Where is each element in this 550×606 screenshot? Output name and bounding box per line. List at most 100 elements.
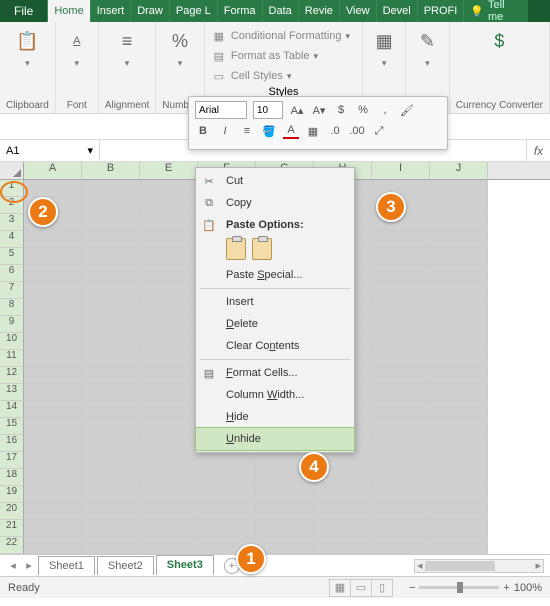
cell[interactable] (140, 214, 198, 231)
align-icon[interactable]: ≡ (239, 123, 255, 139)
cell[interactable] (430, 282, 488, 299)
row-header[interactable]: 17 (0, 452, 24, 469)
tab-profi[interactable]: PROFI (418, 0, 465, 22)
cell[interactable] (82, 180, 140, 197)
cell[interactable] (140, 282, 198, 299)
tab-page-layout[interactable]: Page L (170, 0, 218, 22)
row-header[interactable]: 8 (0, 299, 24, 316)
cell[interactable] (24, 384, 82, 401)
cell[interactable] (430, 316, 488, 333)
zoom-out-icon[interactable]: − (409, 582, 415, 594)
cell[interactable] (24, 469, 82, 486)
cell[interactable] (24, 435, 82, 452)
cell[interactable] (82, 367, 140, 384)
cell[interactable] (140, 333, 198, 350)
cell[interactable] (82, 333, 140, 350)
cell[interactable] (24, 248, 82, 265)
cell[interactable] (140, 401, 198, 418)
scrollbar-thumb[interactable] (425, 561, 495, 571)
font-color-icon[interactable]: A (283, 123, 299, 139)
cell[interactable] (140, 486, 198, 503)
cell[interactable] (82, 486, 140, 503)
zoom-slider-knob[interactable] (457, 582, 463, 593)
sheet-tab-2[interactable]: Sheet2 (97, 556, 154, 575)
cell[interactable] (140, 231, 198, 248)
cell[interactable] (140, 316, 198, 333)
cell[interactable] (256, 537, 314, 554)
cell[interactable] (430, 180, 488, 197)
normal-view-icon[interactable]: ▦ (329, 579, 351, 597)
sheet-nav-prev[interactable]: ◂ (6, 559, 20, 572)
horizontal-scrollbar[interactable]: ◂▸ (414, 559, 544, 573)
name-box[interactable]: A1 ▾ (0, 140, 100, 161)
fx-icon[interactable]: fx (526, 140, 550, 161)
cell[interactable] (430, 248, 488, 265)
sheet-nav-next[interactable]: ▸ (22, 559, 36, 572)
cell[interactable] (372, 537, 430, 554)
cell[interactable] (430, 418, 488, 435)
cell[interactable] (140, 299, 198, 316)
cell[interactable] (82, 401, 140, 418)
cell[interactable] (82, 265, 140, 282)
cell[interactable] (82, 282, 140, 299)
cell[interactable] (140, 418, 198, 435)
cell[interactable] (82, 316, 140, 333)
mini-font-select[interactable] (195, 101, 247, 119)
cell[interactable] (430, 537, 488, 554)
row-header[interactable]: 3 (0, 214, 24, 231)
cell[interactable] (82, 248, 140, 265)
cell[interactable] (82, 418, 140, 435)
cell[interactable] (372, 350, 430, 367)
format-painter-icon[interactable]: 🖌 (399, 102, 415, 118)
currency-icon[interactable]: $ (333, 102, 349, 118)
cell[interactable] (24, 401, 82, 418)
cell[interactable] (372, 367, 430, 384)
row-header[interactable]: 15 (0, 418, 24, 435)
cell[interactable] (372, 231, 430, 248)
cell[interactable] (372, 316, 430, 333)
zoom-slider[interactable] (419, 586, 499, 589)
cell[interactable] (24, 333, 82, 350)
cell[interactable] (430, 231, 488, 248)
cell[interactable] (430, 486, 488, 503)
cell[interactable] (140, 537, 198, 554)
cell[interactable] (24, 367, 82, 384)
cell[interactable] (256, 486, 314, 503)
merge-icon[interactable]: ⤢ (371, 123, 387, 139)
cell[interactable] (24, 537, 82, 554)
ctx-clear-contents[interactable]: Clear Contents (196, 335, 354, 357)
cell[interactable] (140, 265, 198, 282)
ctx-unhide[interactable]: Unhide (196, 428, 354, 450)
cell[interactable] (24, 503, 82, 520)
cell[interactable] (82, 469, 140, 486)
cell[interactable] (430, 350, 488, 367)
cell[interactable] (430, 503, 488, 520)
tab-developer[interactable]: Devel (377, 0, 418, 22)
row-header[interactable]: 18 (0, 469, 24, 486)
row-header[interactable]: 19 (0, 486, 24, 503)
paste-values-icon[interactable] (252, 238, 272, 260)
cell[interactable] (430, 214, 488, 231)
borders-icon[interactable]: ▦ (305, 123, 321, 139)
cell[interactable] (198, 503, 256, 520)
cell[interactable] (24, 520, 82, 537)
col-header[interactable]: J (430, 162, 488, 179)
cell[interactable] (430, 520, 488, 537)
ctx-copy[interactable]: ⧉Copy (196, 192, 354, 214)
cell[interactable] (140, 367, 198, 384)
sheet-tab-1[interactable]: Sheet1 (38, 556, 95, 575)
cell[interactable] (82, 520, 140, 537)
cell[interactable] (198, 520, 256, 537)
cell[interactable] (430, 452, 488, 469)
paste-all-icon[interactable] (226, 238, 246, 260)
cell[interactable] (82, 384, 140, 401)
row-header[interactable]: 21 (0, 520, 24, 537)
cell[interactable] (82, 197, 140, 214)
bold-icon[interactable]: B (195, 123, 211, 139)
cell[interactable] (24, 452, 82, 469)
cell[interactable] (82, 214, 140, 231)
format-as-table[interactable]: ▤ Format as Table▾ (211, 46, 356, 66)
cell[interactable] (256, 520, 314, 537)
row-header[interactable]: 14 (0, 401, 24, 418)
cell[interactable] (430, 435, 488, 452)
